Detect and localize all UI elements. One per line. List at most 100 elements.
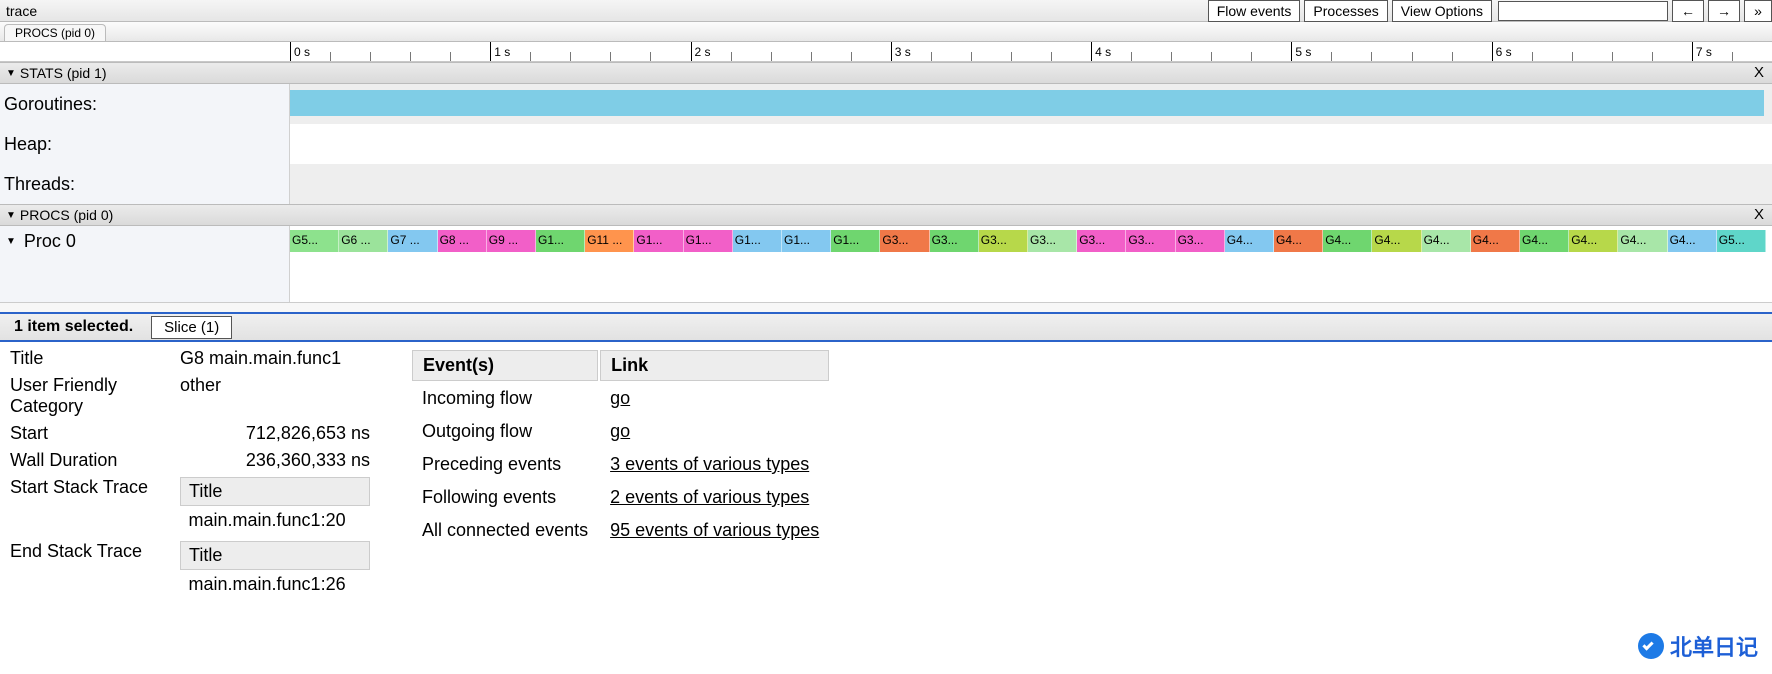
tab-procs[interactable]: PROCS (pid 0)	[4, 24, 106, 41]
start-stack-th: Title	[181, 478, 370, 506]
events-header-event: Event(s)	[412, 350, 598, 381]
tab-strip: PROCS (pid 0)	[0, 22, 1772, 42]
timeline-slice[interactable]: G1...	[634, 230, 683, 252]
ruler-tick: 3 s	[891, 42, 911, 61]
events-row-label: Incoming flow	[412, 383, 598, 414]
more-button[interactable]: »	[1744, 0, 1772, 22]
events-row-label: All connected events	[412, 515, 598, 546]
timeline-slice[interactable]: G1...	[684, 230, 733, 252]
events-row-label: Preceding events	[412, 449, 598, 480]
goroutines-bar[interactable]	[290, 90, 1764, 116]
timeline-slice[interactable]: G4...	[1274, 230, 1323, 252]
view-options-button[interactable]: View Options	[1392, 0, 1492, 22]
procs-header[interactable]: ▼ PROCS (pid 0) X	[0, 204, 1772, 226]
events-row: Preceding events 3 events of various type…	[412, 449, 829, 480]
goroutines-label: Goroutines:	[0, 84, 289, 124]
events-row-link[interactable]: 95 events of various types	[610, 520, 819, 540]
events-row: Following events2 events of various type…	[412, 482, 829, 513]
events-row-link[interactable]: go	[610, 388, 630, 408]
heap-track[interactable]	[290, 124, 1772, 164]
ruler-tick: 6 s	[1492, 42, 1512, 61]
processes-button[interactable]: Processes	[1304, 0, 1387, 22]
timeline-slice[interactable]: G1...	[733, 230, 782, 252]
forward-button[interactable]: →	[1708, 0, 1740, 22]
ruler-tick: 7 s	[1692, 42, 1712, 61]
search-input[interactable]	[1498, 1, 1668, 21]
timeline-slice[interactable]: G5...	[1717, 230, 1766, 252]
events-row-label: Outgoing flow	[412, 416, 598, 447]
ruler-tick: 0 s	[290, 42, 310, 61]
stats-close-button[interactable]: X	[1750, 64, 1768, 81]
events-row: All connected events 95 events of various…	[412, 515, 829, 546]
timeline-slice[interactable]: G8 ...	[438, 230, 487, 252]
start-stack-table: Title main.main.func1:20	[180, 477, 370, 535]
detail-category-label: User Friendly Category	[10, 375, 180, 417]
timeline-slice[interactable]: G4...	[1569, 230, 1618, 252]
back-button[interactable]: ←	[1672, 0, 1704, 22]
end-stack-table: Title main.main.func1:26	[180, 541, 370, 599]
timeline-slice[interactable]: G9 ...	[487, 230, 536, 252]
flow-events-button[interactable]: Flow events	[1208, 0, 1301, 22]
timeline-slice[interactable]: G4...	[1618, 230, 1667, 252]
time-ruler[interactable]: 0 s1 s2 s3 s4 s5 s6 s7 s	[0, 42, 1772, 62]
events-header-link: Link	[600, 350, 829, 381]
toolbar: trace Flow events Processes View Options…	[0, 0, 1772, 22]
threads-track[interactable]	[290, 164, 1772, 204]
caret-down-icon: ▼	[6, 210, 16, 221]
selection-bar: 1 item selected. Slice (1)	[0, 312, 1772, 342]
detail-start-stack-label: Start Stack Trace	[10, 477, 180, 535]
timeline-slice[interactable]: G3...	[1126, 230, 1175, 252]
detail-title-label: Title	[10, 348, 180, 369]
proc0-label-row[interactable]: ▼ Proc 0	[0, 226, 289, 256]
timeline-slice[interactable]: G1...	[782, 230, 831, 252]
events-row-link[interactable]: 2 events of various types	[610, 487, 809, 507]
timeline-slice[interactable]: G3...	[1176, 230, 1225, 252]
timeline-slice[interactable]: G5...	[290, 230, 339, 252]
proc0-track[interactable]: G5...G6 ...G7 ...G8 ...G9 ...G1...G11 ..…	[290, 226, 1772, 256]
timeline-slice[interactable]: G3...	[1028, 230, 1077, 252]
timeline-slice[interactable]: G1...	[831, 230, 880, 252]
timeline-slice[interactable]: G11 ...	[585, 230, 634, 252]
goroutines-track[interactable]	[290, 84, 1772, 124]
start-stack-value: main.main.func1:20	[181, 506, 370, 536]
timeline-slice[interactable]: G3...	[930, 230, 979, 252]
timeline-slice[interactable]: G1...	[536, 230, 585, 252]
stats-header[interactable]: ▼ STATS (pid 1) X	[0, 62, 1772, 84]
proc-tracks: ▼ Proc 0 G5...G6 ...G7 ...G8 ...G9 ...G1…	[0, 226, 1772, 302]
ruler-tick: 4 s	[1091, 42, 1111, 61]
stats-header-label: STATS (pid 1)	[20, 65, 107, 81]
timeline-slice[interactable]: G7 ...	[388, 230, 437, 252]
timeline-slice[interactable]: G3...	[979, 230, 1028, 252]
timeline-slice[interactable]: G4...	[1225, 230, 1274, 252]
timeline-slice[interactable]: G4...	[1422, 230, 1471, 252]
detail-end-stack-label: End Stack Trace	[10, 541, 180, 599]
threads-label: Threads:	[0, 164, 289, 204]
timeline-slice[interactable]: G4...	[1323, 230, 1372, 252]
timeline-slice[interactable]: G4...	[1372, 230, 1421, 252]
events-row-link[interactable]: 3 events of various types	[610, 454, 809, 474]
end-stack-value: main.main.func1:26	[181, 570, 370, 600]
ruler-tick: 2 s	[691, 42, 711, 61]
proc0-label: Proc 0	[24, 231, 76, 252]
events-table: Event(s) Link Incoming flow go Outgoing fl…	[410, 348, 831, 548]
details-panel: Title G8 main.main.func1 User Friendly C…	[0, 342, 1772, 611]
timeline-slice[interactable]: G3...	[880, 230, 929, 252]
detail-category-value: other	[180, 375, 370, 417]
slice-button[interactable]: Slice (1)	[151, 316, 232, 339]
panel-divider[interactable]	[0, 302, 1772, 312]
timeline-slice[interactable]: G4...	[1668, 230, 1717, 252]
detail-duration-label: Wall Duration	[10, 450, 180, 471]
procs-close-button[interactable]: X	[1750, 206, 1768, 223]
timeline-slice[interactable]: G4...	[1520, 230, 1569, 252]
timeline-slice[interactable]: G6 ...	[339, 230, 388, 252]
timeline-slice[interactable]: G4...	[1471, 230, 1520, 252]
detail-start-label: Start	[10, 423, 180, 444]
timeline-slice[interactable]: G3...	[1077, 230, 1126, 252]
caret-down-icon: ▼	[6, 68, 16, 79]
watermark: 北单日记	[1638, 630, 1758, 662]
ruler-tick: 1 s	[490, 42, 510, 61]
events-row-link[interactable]: go	[610, 421, 630, 441]
detail-duration-value: 236,360,333 ns	[180, 450, 370, 471]
end-stack-th: Title	[181, 542, 370, 570]
watermark-text: 北单日记	[1670, 630, 1758, 662]
